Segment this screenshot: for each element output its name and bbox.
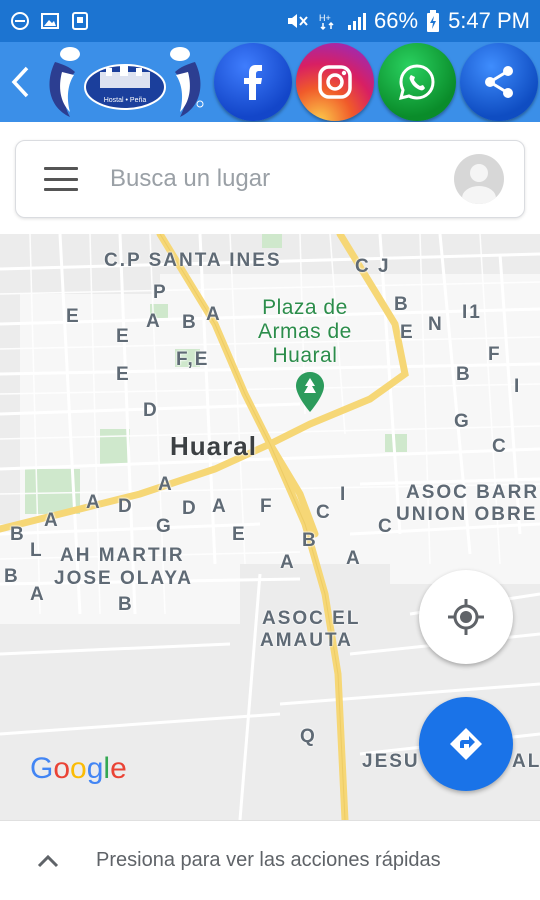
map-label: I1 <box>462 302 482 323</box>
signal-icon <box>348 13 367 30</box>
block-letter: C <box>316 502 332 523</box>
block-letter: C <box>378 516 394 537</box>
map-label: AH MARTIR <box>60 545 185 566</box>
block-letter: E <box>232 524 247 545</box>
block-letter: L <box>30 540 44 561</box>
back-button[interactable] <box>0 42 40 122</box>
svg-text:H+: H+ <box>319 13 331 23</box>
block-letter: I <box>514 376 522 397</box>
block-letter: F <box>260 496 274 517</box>
share-icon <box>485 66 513 98</box>
chevron-up-icon <box>37 854 59 867</box>
google-attribution: Google <box>30 752 127 785</box>
facebook-button[interactable] <box>214 43 292 121</box>
map-label: UNION OBRE <box>396 504 538 525</box>
block-letter: B <box>456 364 472 385</box>
block-letter: B <box>182 312 198 333</box>
do-not-disturb-icon <box>11 12 29 30</box>
app-notification-icon <box>72 12 88 30</box>
block-letter: I <box>340 484 348 505</box>
search-input[interactable]: Busca un lugar <box>110 165 454 193</box>
battery-percent: 66% <box>374 8 419 33</box>
map-label: ASOC EL <box>262 608 361 629</box>
logo-text: Hostal • Peña <box>104 97 147 104</box>
block-letter: P <box>153 282 168 303</box>
block-letter: E <box>400 322 415 343</box>
map-label: AMAUTA <box>260 630 353 651</box>
block-letter: D <box>143 400 159 421</box>
map-label: ASOC BARR <box>406 482 540 503</box>
battery-charging-icon <box>427 10 440 32</box>
block-letter: B <box>394 294 410 315</box>
block-letter: A <box>158 474 174 495</box>
crosshair-icon <box>448 599 484 635</box>
map-label: C.P SANTA INES <box>104 250 282 271</box>
app-bar: Hostal • Peña <box>0 42 540 122</box>
whatsapp-icon <box>398 64 435 101</box>
map-view[interactable]: C.P SANTA INES C J Plaza de Armas de Huara… <box>0 234 540 820</box>
search-area: Busca un lugar <box>0 122 540 234</box>
block-letter: B <box>10 524 26 545</box>
block-letter: B <box>4 566 20 587</box>
hostal-logo: Hostal • Peña <box>40 42 210 122</box>
whatsapp-button[interactable] <box>378 43 456 121</box>
directions-button[interactable] <box>419 697 513 791</box>
block-letter: E <box>116 364 131 385</box>
gallery-icon <box>41 13 59 29</box>
block-letter: F <box>488 344 502 365</box>
block-letter: D <box>182 498 198 519</box>
map-label: AL <box>512 751 540 772</box>
map-label: JESU <box>362 751 420 772</box>
instagram-button[interactable] <box>296 43 374 121</box>
map-label: C J <box>355 256 391 277</box>
block-letter: A <box>206 304 222 325</box>
block-letter: A <box>44 510 60 531</box>
map-label: F,E <box>176 349 210 370</box>
block-letter: A <box>86 492 102 513</box>
menu-icon[interactable] <box>44 167 78 191</box>
quick-actions-hint: Presiona para ver las acciones rápidas <box>96 849 441 871</box>
block-letter: N <box>428 314 444 335</box>
block-letter: G <box>454 411 471 432</box>
instagram-icon <box>318 65 352 99</box>
block-letter: E <box>66 306 81 327</box>
plaza-de-armas-label: Plaza de Armas de Huaral <box>258 296 352 367</box>
block-letter: A <box>280 552 296 573</box>
mute-icon <box>288 14 308 28</box>
my-location-button[interactable] <box>419 570 513 664</box>
block-letter: A <box>146 311 162 332</box>
block-letter: G <box>156 516 173 537</box>
block-letter: B <box>302 530 318 551</box>
facebook-icon <box>244 65 262 100</box>
map-label: JOSE OLAYA <box>54 568 193 589</box>
block-letter: C <box>492 436 508 457</box>
block-letter: B <box>118 594 134 615</box>
quick-actions-bar[interactable]: Presiona para ver las acciones rápidas <box>0 820 540 900</box>
hplus-icon: H+ <box>319 13 334 31</box>
search-bar[interactable]: Busca un lugar <box>15 140 525 218</box>
block-letter: A <box>346 548 362 569</box>
chevron-left-icon <box>11 66 29 98</box>
block-letter: D <box>118 496 134 517</box>
block-letter: E <box>116 326 131 347</box>
block-letter: Q <box>300 726 317 747</box>
share-button[interactable] <box>460 43 538 121</box>
city-label: Huaral <box>170 431 257 461</box>
status-bar: H+ 66% 5:47 PM <box>0 0 540 42</box>
directions-icon <box>450 728 482 760</box>
account-icon <box>462 164 496 204</box>
clock: 5:47 PM <box>448 8 530 33</box>
block-letter: A <box>30 584 46 605</box>
avatar[interactable] <box>454 154 504 204</box>
block-letter: A <box>212 496 228 517</box>
